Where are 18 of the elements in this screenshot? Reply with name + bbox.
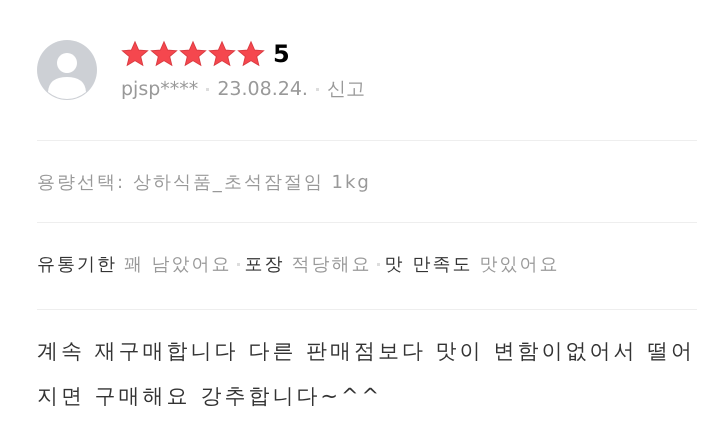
attribute-label: 포장: [244, 253, 285, 276]
review-text: 계속 재구매합니다 다른 판매점보다 맛이 변함이없어서 떨어지면 구매해요 강추합니다~^^: [37, 338, 696, 410]
option-text: 용량선택: 상하식품_초석잠절임 1kg: [37, 171, 372, 195]
avatar-icon: [37, 40, 97, 100]
review-date: 23.08.24.: [217, 78, 308, 100]
attribute-value: 적당해요: [292, 253, 372, 276]
username: pjsp****: [121, 78, 198, 100]
attribute-value: 맛있어요: [479, 253, 560, 276]
attribute-label: 맛 만족도: [384, 253, 472, 276]
star-icon: [179, 40, 207, 68]
star-icon: [208, 40, 236, 68]
attribute-label: 유통기한: [37, 253, 117, 276]
star-icon: [237, 40, 265, 68]
attribute-value: 꽤 남았어요: [124, 253, 232, 276]
star-icon: [121, 40, 149, 68]
star-icon: [150, 40, 178, 68]
report-link[interactable]: 신고: [326, 76, 365, 102]
rating-score: 5: [273, 40, 290, 68]
